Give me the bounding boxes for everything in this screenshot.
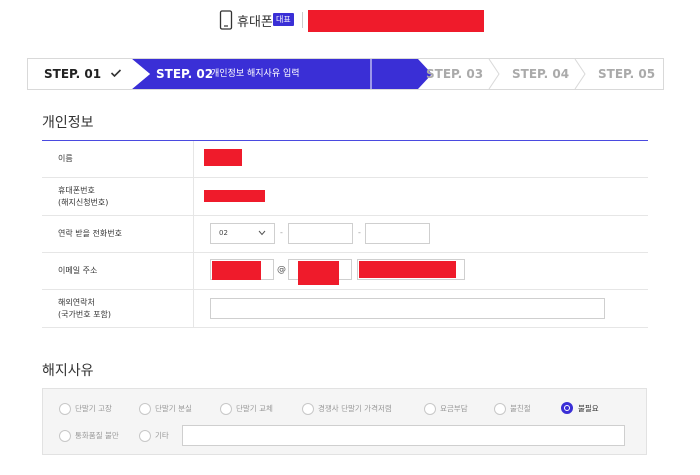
overseas-contact-row: 해외연락처 (국가번호 포함)	[42, 290, 648, 328]
radio-cheaper-competitor[interactable]	[302, 403, 314, 415]
overseas-contact-label-line2: (국가번호 포함)	[58, 310, 111, 319]
overseas-contact-label-line1: 해외연락처	[58, 298, 95, 307]
step-5-label: STEP. 05	[598, 67, 656, 81]
step-2-label: STEP. 02	[156, 67, 214, 81]
email-domain-select[interactable]	[357, 259, 465, 280]
representative-badge: 대표	[273, 13, 294, 26]
radio-other[interactable]	[139, 430, 151, 442]
radio-label: 불친절	[510, 404, 531, 413]
redacted-email-id	[212, 261, 261, 280]
cancel-reason-options: 단말기 고장 단말기 분실 단말기 교체 경쟁사 단말기 가격저렴 요금부담 불…	[42, 388, 647, 455]
overseas-contact-input[interactable]	[210, 298, 605, 319]
radio-call-quality[interactable]	[59, 430, 71, 442]
progress-steps: STEP. 01 STEP. 02 개인정보 해지사유 입력 STEP. 03 …	[27, 58, 664, 90]
overseas-contact-label: 해외연락처 (국가번호 포함)	[58, 297, 111, 321]
area-code-value: 02	[219, 229, 228, 237]
step-2-description: 개인정보 해지사유 입력	[211, 69, 300, 79]
radio-label: 단말기 고장	[75, 404, 112, 413]
redacted-email-domain-select	[359, 261, 456, 278]
email-row: 이메일 주소 @	[42, 253, 648, 290]
phone-number-label-line2: (해지신청번호)	[58, 198, 109, 207]
radio-label: 단말기 교체	[236, 404, 273, 413]
step-4-label: STEP. 04	[512, 67, 570, 81]
phone-row: 휴대폰번호 (해지신청번호)	[42, 178, 648, 216]
dash-separator: -	[280, 228, 283, 237]
personal-info-title: 개인정보	[42, 115, 94, 131]
at-sign: @	[277, 265, 286, 275]
redacted-email-domain	[298, 261, 339, 285]
email-label: 이메일 주소	[58, 266, 98, 275]
name-label: 이름	[58, 154, 73, 163]
radio-label: 단말기 분실	[155, 404, 192, 413]
radio-label: 요금부담	[440, 404, 468, 413]
redacted-phone	[204, 190, 265, 202]
step-separator-chevron	[488, 59, 500, 89]
phone-number-label: 휴대폰번호 (해지신청번호)	[58, 185, 108, 209]
email-id-input[interactable]	[210, 259, 274, 280]
check-icon	[110, 69, 122, 78]
name-row: 이름	[42, 141, 648, 178]
contact-phone-label: 연락 받을 전화번호	[58, 229, 122, 238]
radio-fee-burden[interactable]	[424, 403, 436, 415]
contact-middle-input[interactable]	[288, 223, 353, 244]
phone-label: 휴대폰	[237, 15, 273, 30]
phone-number-label-line1: 휴대폰번호	[58, 186, 95, 195]
phone-header: 휴대폰 대표	[0, 8, 700, 36]
radio-label: 통화품질 불만	[75, 431, 119, 440]
dash-separator: -	[358, 228, 361, 237]
redacted-phone-number	[308, 10, 484, 32]
area-code-select[interactable]: 02	[210, 223, 275, 244]
radio-label: 기타	[155, 431, 169, 440]
chevron-down-icon	[258, 230, 266, 236]
radio-device-change[interactable]	[220, 403, 232, 415]
step-1-label: STEP. 01	[44, 67, 102, 81]
cancel-reason-title: 해지사유	[42, 363, 94, 379]
radio-lost-device[interactable]	[139, 403, 151, 415]
radio-label: 불필요	[578, 404, 599, 413]
header-divider	[302, 12, 303, 28]
radio-unnecessary[interactable]	[561, 402, 573, 414]
step-3-label: STEP. 03	[426, 67, 484, 81]
other-reason-input[interactable]	[182, 425, 625, 446]
personal-info-table: 이름 휴대폰번호 (해지신청번호) 연락 받을 전화번호 02 - - 이메일 …	[42, 140, 648, 328]
redacted-name	[204, 149, 242, 166]
contact-row: 연락 받을 전화번호 02 - -	[42, 216, 648, 253]
email-domain-input[interactable]	[288, 259, 352, 285]
mobile-phone-icon	[219, 10, 233, 30]
step-separator-chevron	[574, 59, 586, 89]
radio-label: 경쟁사 단말기 가격저렴	[318, 404, 392, 413]
radio-unkind-service[interactable]	[494, 403, 506, 415]
contact-last-input[interactable]	[365, 223, 430, 244]
radio-broken-device[interactable]	[59, 403, 71, 415]
